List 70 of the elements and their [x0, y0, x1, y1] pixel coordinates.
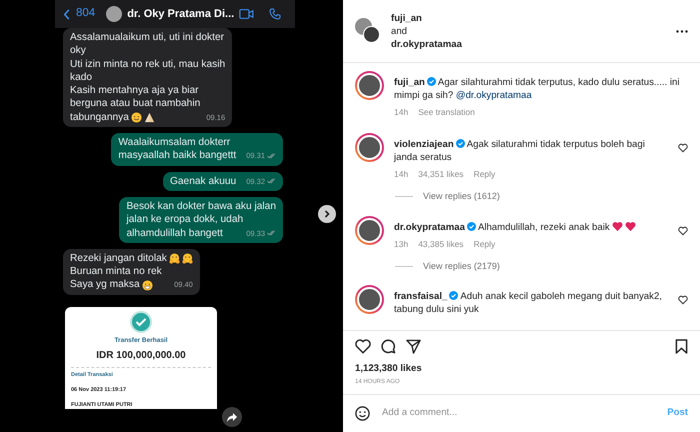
- chevron-right-icon: [323, 210, 331, 218]
- receipt-amount: IDR 100,000,000.00: [71, 348, 211, 368]
- comment-text: fuji_an Agar silahturahmi tidak terputus, kado dulu seratus..... ini mimpi ga sih? @dr.okypratamaa: [394, 76, 680, 102]
- comment-text: fransfaisal_ Aduh anak kecil gaboleh megang duit banyak2, tabung dulu sini yuk: [394, 290, 663, 316]
- message-text: Buruan minta no rek: [70, 265, 162, 278]
- hugging-face-icon: [182, 253, 193, 264]
- bookmark-icon[interactable]: [675, 338, 688, 354]
- message-text: oky: [70, 44, 86, 58]
- like-heart-icon[interactable]: [355, 338, 371, 354]
- author-username[interactable]: fuji_an: [391, 12, 462, 24]
- message-text: Kasih mentahnya aja ya biar: [70, 84, 199, 98]
- like-heart-icon[interactable]: [678, 295, 688, 305]
- like-heart-icon[interactable]: [678, 226, 688, 236]
- message-text: masyaallah baikk bangettt: [118, 149, 236, 163]
- message-text: tabungannya: [70, 110, 129, 124]
- comment-text: violenziajean Agak silaturahmi tidak terputus boleh bagi janda seratus: [394, 138, 646, 164]
- message-text: berguna atau buat nambahin: [70, 97, 200, 111]
- view-replies-link[interactable]: View replies (1612): [423, 190, 500, 204]
- contact-avatar: [106, 6, 122, 22]
- user-avatar: [355, 133, 384, 162]
- next-button[interactable]: [318, 205, 336, 223]
- post-likes[interactable]: 1,123,380 likes: [355, 362, 688, 376]
- view-replies-link[interactable]: View replies (2179): [423, 260, 500, 273]
- and-text: and: [391, 24, 408, 38]
- author-username[interactable]: dr.okypratamaa: [391, 38, 462, 50]
- share-arrow-icon: [227, 412, 237, 422]
- comment-icon[interactable]: [381, 338, 396, 354]
- contact-name[interactable]: dr. Oky Pratama Di...: [127, 6, 234, 22]
- comment-time: 13h: [394, 238, 408, 250]
- send-icon[interactable]: [406, 338, 421, 354]
- hugging-face-icon: [168, 253, 180, 264]
- message-text: alhamdulillah bangett: [126, 226, 223, 240]
- user-avatar: [355, 71, 384, 100]
- read-ticks-icon: [267, 153, 276, 160]
- message-text: jalan ke eropa dokk, udah: [126, 213, 244, 227]
- message-text: Saya yg maksa: [70, 278, 140, 292]
- check-circle-icon: [130, 310, 152, 333]
- message-text: Uti izin minta no rek uti, mau kasih: [70, 58, 226, 71]
- share-button[interactable]: [222, 407, 242, 427]
- smiling-face-icon: [130, 112, 142, 123]
- user-avatar: [355, 216, 384, 244]
- user-avatar: [355, 285, 384, 314]
- message-text: Gaenak akuuu: [170, 174, 236, 188]
- comment-username[interactable]: fuji_an: [394, 77, 425, 88]
- author-avatar: [363, 26, 380, 43]
- mention-link[interactable]: @dr.okypratamaa: [456, 90, 532, 101]
- message-text: kado: [70, 70, 92, 84]
- message-text: Assalamualaikum uti, uti ini dokter: [70, 31, 224, 44]
- message-text: Waalaikumsalam dokterr: [118, 136, 230, 150]
- comment-time: 14h: [394, 168, 408, 181]
- comment-username[interactable]: fransfaisal_: [394, 291, 448, 302]
- more-options-icon[interactable]: [676, 30, 688, 32]
- comment-username[interactable]: dr.okypratamaa: [394, 222, 465, 232]
- comment-text: dr.okypratamaa Alhamdulillah, rezeki anak baik: [394, 220, 668, 234]
- back-chevron-icon[interactable]: [63, 8, 71, 20]
- praying-hands-icon: [144, 112, 155, 123]
- emoji-smiley-icon[interactable]: [355, 406, 370, 421]
- message-text: Rezeki jangan ditolak: [70, 252, 167, 266]
- like-heart-icon[interactable]: [678, 143, 688, 153]
- comment-username[interactable]: violenziajean: [394, 139, 454, 150]
- read-ticks-icon: [267, 230, 276, 236]
- phone-icon[interactable]: [269, 8, 282, 20]
- message-text: Besok kan dokter bawa aku jalan: [126, 200, 276, 214]
- grinning-face-icon: [142, 280, 153, 291]
- video-camera-icon[interactable]: [239, 9, 254, 19]
- read-ticks-icon: [267, 178, 276, 184]
- heart-icon: [624, 220, 636, 232]
- heart-icon: [612, 220, 623, 232]
- unread-count[interactable]: 804: [76, 5, 96, 23]
- comment-time: 14h: [394, 106, 408, 119]
